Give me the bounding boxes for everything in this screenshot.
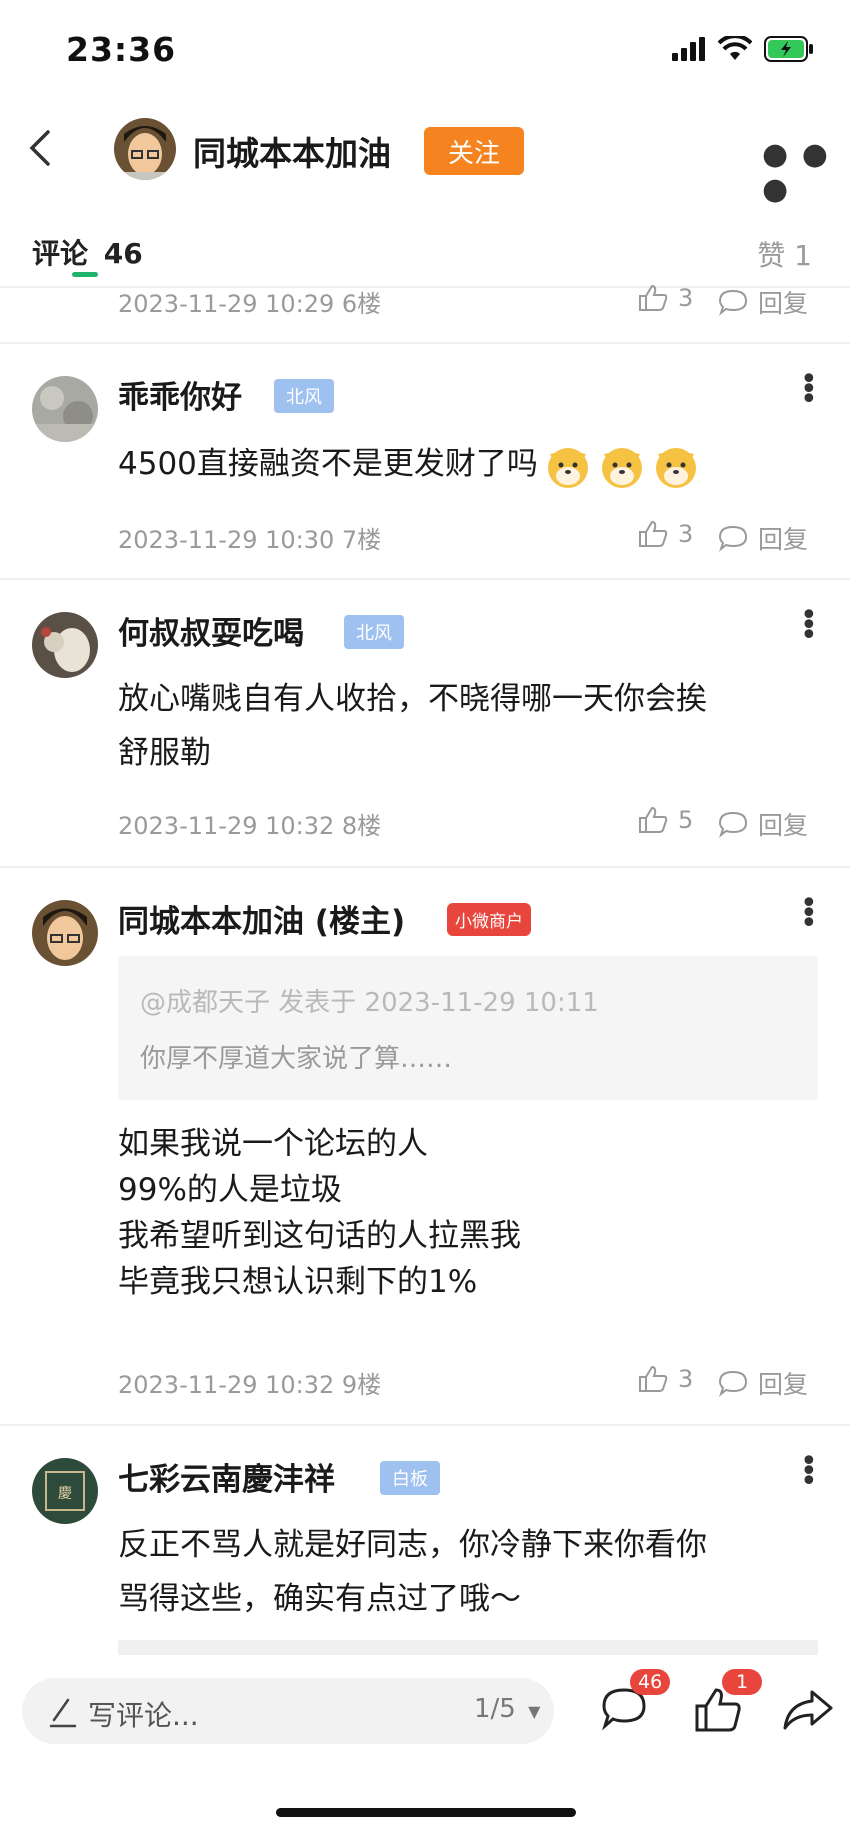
caret-down-icon: ▼ — [528, 1702, 541, 1721]
comment-more-icon[interactable]: • • • — [800, 1447, 818, 1497]
comment-meta: 2023-11-29 10:30 7楼 — [118, 526, 382, 554]
like-count: 5 — [678, 806, 694, 834]
quoted-comment[interactable]: @成都天子 发表于 2023-11-29 10:11 你厚不厚道大家说了算…… — [118, 956, 818, 1100]
doge-emoji-icon — [547, 447, 588, 488]
share-icon[interactable] — [782, 1688, 834, 1732]
commenter-avatar[interactable] — [32, 376, 98, 442]
comment-more-icon[interactable]: • • • — [800, 365, 818, 415]
battery-icon — [764, 36, 813, 62]
wifi-icon — [718, 36, 752, 60]
svg-text:慶: 慶 — [58, 1486, 72, 1502]
pen-icon — [49, 1698, 77, 1728]
commenter-avatar[interactable]: 慶 — [32, 1458, 98, 1524]
comment-bubble-icon — [718, 289, 748, 316]
commenter-avatar[interactable] — [32, 612, 98, 678]
tab-comments-count: 46 — [103, 237, 143, 270]
status-time: 23:36 — [66, 30, 177, 69]
page-title: 同城本本加油 — [193, 134, 391, 173]
comment-input-placeholder: 写评论... — [88, 1699, 199, 1732]
doge-emoji-icon — [601, 447, 642, 488]
comment-meta: 2023-11-29 10:32 8楼 — [118, 812, 382, 840]
commenter-name[interactable]: 同城本本加油 (楼主) — [118, 896, 405, 941]
reply-label: 回复 — [758, 1370, 809, 1399]
comments-count-badge: 46 — [630, 1669, 671, 1695]
like-button[interactable]: 3 — [638, 1365, 693, 1393]
quote-body: 你厚不厚道大家说了算…… — [140, 1044, 453, 1074]
status-icons — [672, 36, 814, 62]
comment-divider — [0, 866, 850, 868]
comment-text-line: 反正不骂人就是好同志，你冷静下来你看你 — [118, 1527, 707, 1563]
comment-text: 4500直接融资不是更发财了吗 — [118, 437, 700, 491]
thumbs-up-icon — [639, 806, 668, 833]
reply-button[interactable]: 回复 — [718, 520, 808, 556]
reply-button[interactable]: 回复 — [718, 806, 808, 842]
comment-divider — [0, 578, 850, 580]
commenter-name[interactable]: 乖乖你好 — [118, 372, 242, 417]
quote-header: @成都天子 发表于 2023-11-29 10:11 — [140, 988, 599, 1018]
thumbs-up-icon — [639, 520, 668, 547]
comment-text: 反正不骂人就是好同志，你冷静下来你看你 骂得这些，确实有点过了哦～ — [118, 1518, 707, 1626]
active-tab-indicator — [72, 272, 98, 277]
comment-divider — [0, 342, 850, 344]
user-level-badge: 北风 — [344, 615, 404, 649]
follow-button[interactable]: 关注 — [424, 127, 524, 175]
tab-likes[interactable]: 赞 1 — [757, 234, 812, 274]
user-level-badge: 白板 — [380, 1461, 440, 1495]
comment-bubble-icon — [718, 525, 748, 552]
comment-text-line: 99%的人是垃圾 — [118, 1172, 342, 1208]
home-indicator — [276, 1808, 576, 1817]
like-button[interactable]: 5 — [638, 806, 693, 834]
thumbs-up-icon — [639, 284, 668, 311]
signal-icon — [672, 37, 705, 61]
doge-emoji-icon — [655, 447, 696, 488]
author-avatar[interactable] — [114, 118, 176, 180]
comment-text-line: 如果我说一个论坛的人 — [118, 1126, 428, 1162]
comment-meta: 2023-11-29 10:32 9楼 — [118, 1371, 382, 1399]
comment-text-line: 骂得这些，确实有点过了哦～ — [118, 1581, 521, 1617]
likes-count-badge: 1 — [722, 1669, 762, 1695]
page-selector[interactable]: 1/5 ▼ — [474, 1694, 540, 1724]
page-indicator: 1/5 — [474, 1694, 516, 1724]
like-button[interactable]: 3 — [638, 520, 693, 548]
comment-text-line: 舒服勒 — [118, 735, 211, 771]
comment-divider — [0, 1424, 850, 1426]
comment-text: 放心嘴贱自有人收拾，不晓得哪一天你会挨 舒服勒 — [118, 672, 707, 780]
user-level-badge: 北风 — [274, 379, 334, 413]
reply-label: 回复 — [758, 811, 809, 840]
comment-bubble-icon — [718, 1370, 748, 1397]
comment-meta: 2023-11-29 10:29 6楼 — [118, 290, 382, 318]
more-options-icon[interactable]: ● ● ● — [762, 137, 850, 207]
tab-comments-label: 评论 — [32, 237, 89, 270]
reply-label: 回复 — [758, 525, 809, 554]
thumbs-up-icon — [639, 1365, 668, 1392]
commenter-avatar[interactable] — [32, 900, 98, 966]
comment-text-content: 4500直接融资不是更发财了吗 — [118, 446, 538, 482]
reply-button[interactable]: 回复 — [718, 284, 808, 320]
comment-text-line: 放心嘴贱自有人收拾，不晓得哪一天你会挨 — [118, 681, 707, 717]
like-count: 3 — [678, 284, 694, 312]
like-count: 3 — [678, 1365, 694, 1393]
comment-bubble-icon — [718, 811, 748, 838]
reply-button[interactable]: 回复 — [718, 1365, 808, 1401]
back-arrow-icon[interactable] — [22, 128, 62, 168]
comment-more-icon[interactable]: • • • — [800, 889, 818, 939]
like-count: 3 — [678, 520, 694, 548]
like-button[interactable]: 3 — [638, 284, 693, 312]
comment-text-line: 毕竟我只想认识剩下的1% — [118, 1264, 478, 1300]
reply-label: 回复 — [758, 289, 809, 318]
comment-more-icon[interactable]: • • • — [800, 601, 818, 651]
tab-comments[interactable]: 评论 46 — [32, 232, 143, 272]
quoted-comment-partial — [118, 1640, 818, 1656]
merchant-badge: 小微商户 — [447, 903, 531, 936]
comment-text-line: 我希望听到这句话的人拉黑我 — [118, 1218, 521, 1254]
commenter-name[interactable]: 何叔叔耍吃喝 — [118, 608, 304, 653]
commenter-name[interactable]: 七彩云南慶沣祥 — [118, 1454, 335, 1499]
comment-text: 如果我说一个论坛的人 99%的人是垃圾 我希望听到这句话的人拉黑我 毕竟我只想认… — [118, 1121, 521, 1305]
